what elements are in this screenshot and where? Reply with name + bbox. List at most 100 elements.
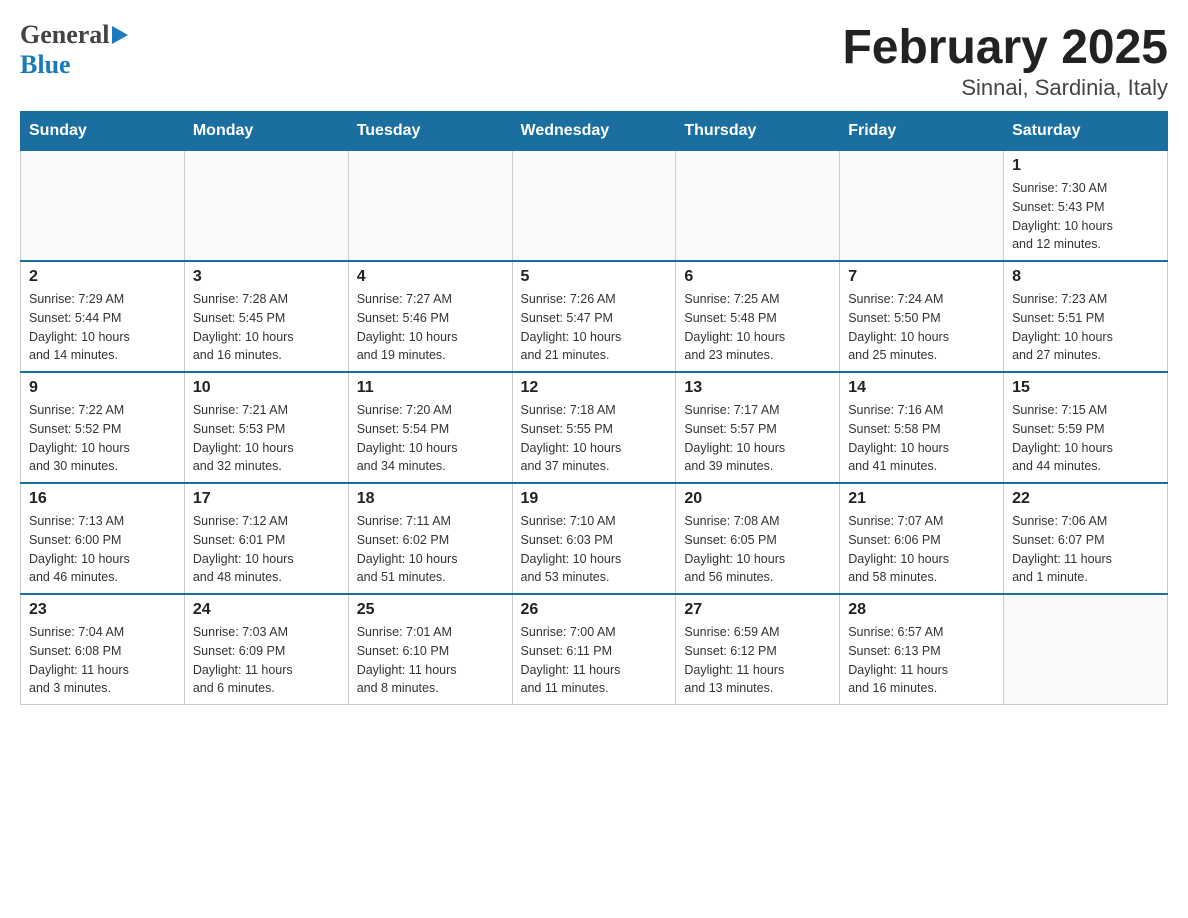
day-header-tuesday: Tuesday bbox=[348, 112, 512, 151]
week-row-3: 9Sunrise: 7:22 AMSunset: 5:52 PMDaylight… bbox=[21, 372, 1168, 483]
day-info: Sunrise: 7:27 AMSunset: 5:46 PMDaylight:… bbox=[357, 290, 504, 365]
calendar-cell: 14 Sunrise: 7:16 AMSunset: 5:58 PMDayligh… bbox=[840, 372, 1004, 483]
calendar-cell: 19Sunrise: 7:10 AMSunset: 6:03 PMDayligh… bbox=[512, 483, 676, 594]
week-row-2: 2 Sunrise: 7:29 AMSunset: 5:44 PMDaylight… bbox=[21, 261, 1168, 372]
day-info: Sunrise: 7:00 AMSunset: 6:11 PMDaylight:… bbox=[521, 623, 668, 698]
calendar-table: SundayMondayTuesdayWednesdayThursdayFrid… bbox=[20, 111, 1168, 705]
day-number: 6 bbox=[684, 268, 831, 286]
calendar-cell: 1 Sunrise: 7:30 AMSunset: 5:43 PMDaylight… bbox=[1004, 151, 1168, 262]
day-info: Sunrise: 7:16 AMSunset: 5:58 PMDaylight:… bbox=[848, 401, 995, 476]
day-info: Sunrise: 7:26 AMSunset: 5:47 PMDaylight:… bbox=[521, 290, 668, 365]
logo-general-text: General bbox=[20, 20, 110, 50]
calendar-cell: 20 Sunrise: 7:08 AMSunset: 6:05 PMDayligh… bbox=[676, 483, 840, 594]
calendar-cell: 28Sunrise: 6:57 AMSunset: 6:13 PMDayligh… bbox=[840, 594, 1004, 705]
calendar-cell bbox=[676, 151, 840, 262]
day-number: 25 bbox=[357, 601, 504, 619]
calendar-cell: 23 Sunrise: 7:04 AMSunset: 6:08 PMDayligh… bbox=[21, 594, 185, 705]
day-info: Sunrise: 6:59 AMSunset: 6:12 PMDaylight:… bbox=[684, 623, 831, 698]
day-number: 1 bbox=[1012, 157, 1159, 175]
day-number: 2 bbox=[29, 268, 176, 286]
day-number: 14 bbox=[848, 379, 995, 397]
calendar-cell: 17 Sunrise: 7:12 AMSunset: 6:01 PMDayligh… bbox=[184, 483, 348, 594]
day-number: 20 bbox=[684, 490, 831, 508]
day-header-wednesday: Wednesday bbox=[512, 112, 676, 151]
day-info: Sunrise: 7:28 AMSunset: 5:45 PMDaylight:… bbox=[193, 290, 340, 365]
logo-arrow-icon bbox=[112, 26, 128, 44]
day-info: Sunrise: 7:17 AMSunset: 5:57 PMDaylight:… bbox=[684, 401, 831, 476]
day-number: 15 bbox=[1012, 379, 1159, 397]
day-number: 16 bbox=[29, 490, 176, 508]
title-area: February 2025 Sinnai, Sardinia, Italy bbox=[842, 20, 1168, 101]
calendar-cell: 4 Sunrise: 7:27 AMSunset: 5:46 PMDaylight… bbox=[348, 261, 512, 372]
day-number: 22 bbox=[1012, 490, 1159, 508]
day-number: 8 bbox=[1012, 268, 1159, 286]
day-number: 4 bbox=[357, 268, 504, 286]
day-number: 18 bbox=[357, 490, 504, 508]
day-info: Sunrise: 7:12 AMSunset: 6:01 PMDaylight:… bbox=[193, 512, 340, 587]
day-header-monday: Monday bbox=[184, 112, 348, 151]
day-number: 13 bbox=[684, 379, 831, 397]
day-info: Sunrise: 7:20 AMSunset: 5:54 PMDaylight:… bbox=[357, 401, 504, 476]
day-info: Sunrise: 7:01 AMSunset: 6:10 PMDaylight:… bbox=[357, 623, 504, 698]
day-info: Sunrise: 7:18 AMSunset: 5:55 PMDaylight:… bbox=[521, 401, 668, 476]
calendar-cell bbox=[840, 151, 1004, 262]
day-info: Sunrise: 7:25 AMSunset: 5:48 PMDaylight:… bbox=[684, 290, 831, 365]
calendar-cell: 8 Sunrise: 7:23 AMSunset: 5:51 PMDaylight… bbox=[1004, 261, 1168, 372]
day-info: Sunrise: 7:04 AMSunset: 6:08 PMDaylight:… bbox=[29, 623, 176, 698]
calendar-cell: 3 Sunrise: 7:28 AMSunset: 5:45 PMDaylight… bbox=[184, 261, 348, 372]
day-info: Sunrise: 7:07 AMSunset: 6:06 PMDaylight:… bbox=[848, 512, 995, 587]
day-number: 24 bbox=[193, 601, 340, 619]
calendar-cell: 13 Sunrise: 7:17 AMSunset: 5:57 PMDayligh… bbox=[676, 372, 840, 483]
calendar-cell: 21 Sunrise: 7:07 AMSunset: 6:06 PMDayligh… bbox=[840, 483, 1004, 594]
day-number: 26 bbox=[521, 601, 668, 619]
day-number: 21 bbox=[848, 490, 995, 508]
calendar-cell bbox=[21, 151, 185, 262]
page-header: General Blue February 2025 Sinnai, Sardi… bbox=[20, 20, 1168, 101]
calendar-cell: 10 Sunrise: 7:21 AMSunset: 5:53 PMDayligh… bbox=[184, 372, 348, 483]
calendar-cell: 27 Sunrise: 6:59 AMSunset: 6:12 PMDayligh… bbox=[676, 594, 840, 705]
calendar-cell: 7Sunrise: 7:24 AMSunset: 5:50 PMDaylight… bbox=[840, 261, 1004, 372]
day-header-saturday: Saturday bbox=[1004, 112, 1168, 151]
calendar-cell bbox=[184, 151, 348, 262]
day-number: 11 bbox=[357, 379, 504, 397]
day-info: Sunrise: 7:15 AMSunset: 5:59 PMDaylight:… bbox=[1012, 401, 1159, 476]
calendar-cell: 15 Sunrise: 7:15 AMSunset: 5:59 PMDayligh… bbox=[1004, 372, 1168, 483]
day-info: Sunrise: 7:08 AMSunset: 6:05 PMDaylight:… bbox=[684, 512, 831, 587]
week-row-1: 1 Sunrise: 7:30 AMSunset: 5:43 PMDaylight… bbox=[21, 151, 1168, 262]
calendar-cell: 9Sunrise: 7:22 AMSunset: 5:52 PMDaylight… bbox=[21, 372, 185, 483]
calendar-cell: 22Sunrise: 7:06 AMSunset: 6:07 PMDayligh… bbox=[1004, 483, 1168, 594]
day-info: Sunrise: 7:29 AMSunset: 5:44 PMDaylight:… bbox=[29, 290, 176, 365]
week-row-4: 16 Sunrise: 7:13 AMSunset: 6:00 PMDayligh… bbox=[21, 483, 1168, 594]
calendar-cell: 11 Sunrise: 7:20 AMSunset: 5:54 PMDayligh… bbox=[348, 372, 512, 483]
day-number: 23 bbox=[29, 601, 176, 619]
days-header-row: SundayMondayTuesdayWednesdayThursdayFrid… bbox=[21, 112, 1168, 151]
calendar-cell: 24 Sunrise: 7:03 AMSunset: 6:09 PMDayligh… bbox=[184, 594, 348, 705]
day-info: Sunrise: 7:22 AMSunset: 5:52 PMDaylight:… bbox=[29, 401, 176, 476]
day-info: Sunrise: 7:10 AMSunset: 6:03 PMDaylight:… bbox=[521, 512, 668, 587]
calendar-cell bbox=[1004, 594, 1168, 705]
day-number: 3 bbox=[193, 268, 340, 286]
calendar-cell: 16 Sunrise: 7:13 AMSunset: 6:00 PMDayligh… bbox=[21, 483, 185, 594]
day-info: Sunrise: 7:13 AMSunset: 6:00 PMDaylight:… bbox=[29, 512, 176, 587]
day-info: Sunrise: 7:23 AMSunset: 5:51 PMDaylight:… bbox=[1012, 290, 1159, 365]
calendar-cell: 18Sunrise: 7:11 AMSunset: 6:02 PMDayligh… bbox=[348, 483, 512, 594]
day-info: Sunrise: 7:30 AMSunset: 5:43 PMDaylight:… bbox=[1012, 179, 1159, 254]
day-info: Sunrise: 7:21 AMSunset: 5:53 PMDaylight:… bbox=[193, 401, 340, 476]
day-header-sunday: Sunday bbox=[21, 112, 185, 151]
calendar-cell: 2 Sunrise: 7:29 AMSunset: 5:44 PMDaylight… bbox=[21, 261, 185, 372]
day-number: 28 bbox=[848, 601, 995, 619]
day-header-thursday: Thursday bbox=[676, 112, 840, 151]
calendar-cell bbox=[512, 151, 676, 262]
day-info: Sunrise: 7:03 AMSunset: 6:09 PMDaylight:… bbox=[193, 623, 340, 698]
day-number: 27 bbox=[684, 601, 831, 619]
day-number: 10 bbox=[193, 379, 340, 397]
logo-blue-text: Blue bbox=[20, 50, 71, 80]
day-number: 17 bbox=[193, 490, 340, 508]
week-row-5: 23 Sunrise: 7:04 AMSunset: 6:08 PMDayligh… bbox=[21, 594, 1168, 705]
calendar-cell: 26 Sunrise: 7:00 AMSunset: 6:11 PMDayligh… bbox=[512, 594, 676, 705]
day-info: Sunrise: 7:24 AMSunset: 5:50 PMDaylight:… bbox=[848, 290, 995, 365]
location-text: Sinnai, Sardinia, Italy bbox=[842, 75, 1168, 101]
calendar-cell: 6 Sunrise: 7:25 AMSunset: 5:48 PMDaylight… bbox=[676, 261, 840, 372]
month-title: February 2025 bbox=[842, 20, 1168, 75]
day-number: 5 bbox=[521, 268, 668, 286]
